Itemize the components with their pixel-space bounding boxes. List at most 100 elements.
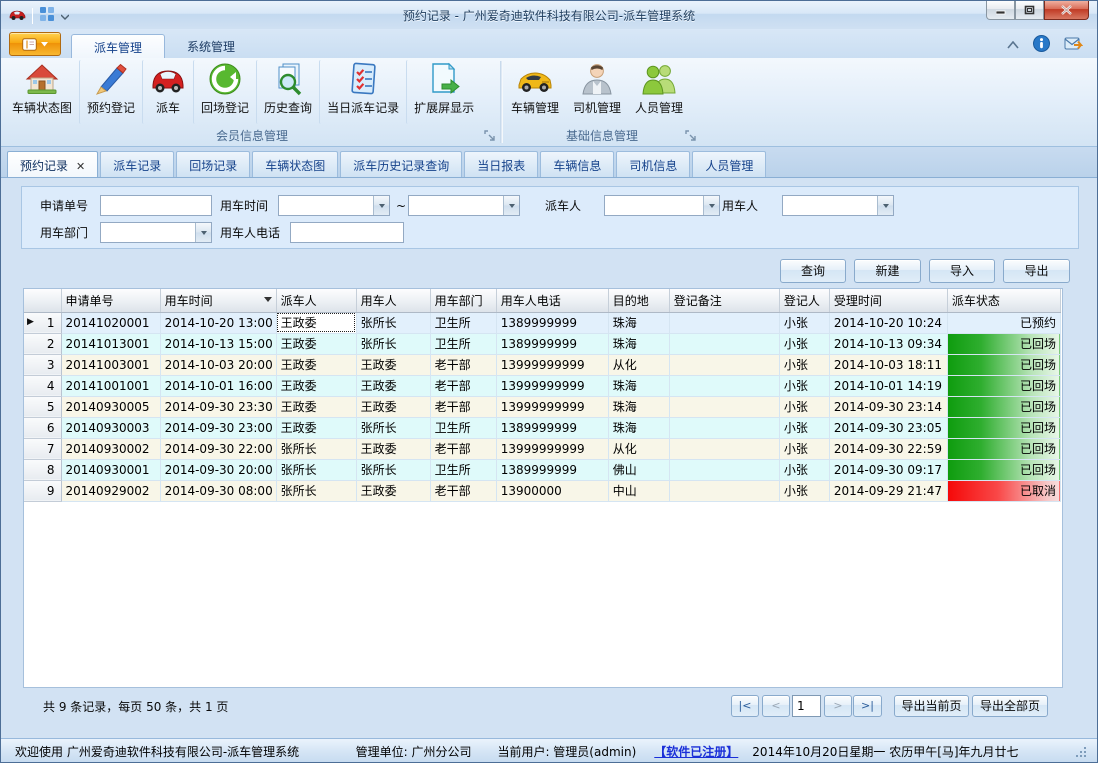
create-button[interactable]: 新建: [854, 259, 921, 283]
vehicle-status-map-button[interactable]: 车辆状态图: [5, 60, 79, 124]
table-cell[interactable]: 1389999999: [496, 333, 608, 354]
row-indicator[interactable]: 5: [24, 396, 61, 417]
table-cell[interactable]: 王政委: [356, 354, 430, 375]
table-cell[interactable]: 13999999999: [496, 396, 608, 417]
table-cell[interactable]: 王政委: [276, 312, 356, 333]
table-cell[interactable]: 2014-10-01 14:19: [829, 375, 947, 396]
doc-tab-dispatch-records[interactable]: 派车记录: [100, 151, 174, 177]
col-header-user-phone[interactable]: 用车人电话: [496, 289, 608, 312]
col-header-request-no[interactable]: 申请单号: [61, 289, 160, 312]
reservation-register-button[interactable]: 预约登记: [79, 60, 142, 124]
application-menu-button[interactable]: [9, 32, 61, 56]
table-cell[interactable]: 13999999999: [496, 438, 608, 459]
doc-tab-reservation-records[interactable]: 预约记录✕: [7, 151, 98, 177]
table-cell[interactable]: 王政委: [276, 375, 356, 396]
next-page-button[interactable]: >: [824, 695, 852, 717]
chevron-down-icon[interactable]: [373, 196, 389, 215]
history-query-button[interactable]: 历史查询: [256, 60, 319, 124]
table-cell[interactable]: 小张: [779, 312, 829, 333]
use-time-to-select[interactable]: [408, 195, 520, 216]
table-row[interactable]: 9201409290022014-09-30 08:00张所长王政委老干部139…: [24, 480, 1061, 501]
table-row[interactable]: ▶1201410200012014-10-20 13:00王政委张所长卫生所13…: [24, 312, 1061, 333]
table-cell[interactable]: 2014-09-29 21:47: [829, 480, 947, 501]
table-row[interactable]: 5201409300052014-09-30 23:30王政委王政委老干部139…: [24, 396, 1061, 417]
request-no-input[interactable]: [100, 195, 212, 216]
col-header-registrar[interactable]: 登记人: [779, 289, 829, 312]
table-cell[interactable]: 王政委: [276, 354, 356, 375]
close-tab-icon[interactable]: ✕: [76, 160, 85, 173]
export-button[interactable]: 导出: [1003, 259, 1070, 283]
table-cell[interactable]: 已回场: [947, 396, 1060, 417]
table-row[interactable]: 8201409300012014-09-30 20:00张所长张所长卫生所138…: [24, 459, 1061, 480]
col-header-dispatch-status[interactable]: 派车状态: [947, 289, 1060, 312]
table-cell[interactable]: 张所长: [356, 312, 430, 333]
table-cell[interactable]: 小张: [779, 438, 829, 459]
doc-tab-daily-report[interactable]: 当日报表: [464, 151, 538, 177]
table-cell[interactable]: 2014-10-20 10:24: [829, 312, 947, 333]
table-cell[interactable]: 从化: [608, 438, 669, 459]
table-cell[interactable]: 王政委: [356, 396, 430, 417]
doc-tab-driver-info[interactable]: 司机信息: [616, 151, 690, 177]
table-cell[interactable]: 珠海: [608, 375, 669, 396]
table-cell[interactable]: 20140930003: [61, 417, 160, 438]
table-cell[interactable]: 小张: [779, 459, 829, 480]
col-header-destination[interactable]: 目的地: [608, 289, 669, 312]
table-cell[interactable]: [669, 333, 779, 354]
last-page-button[interactable]: >|: [853, 695, 882, 717]
table-cell[interactable]: 王政委: [276, 333, 356, 354]
doc-tab-dispatch-history-query[interactable]: 派车历史记录查询: [340, 151, 462, 177]
import-button[interactable]: 导入: [929, 259, 995, 283]
row-indicator[interactable]: 8: [24, 459, 61, 480]
resize-grip-icon[interactable]: [1075, 746, 1087, 758]
table-cell[interactable]: 2014-09-30 08:00: [160, 480, 276, 501]
row-indicator[interactable]: 9: [24, 480, 61, 501]
table-cell[interactable]: 20141003001: [61, 354, 160, 375]
col-header-department[interactable]: 用车部门: [430, 289, 496, 312]
table-cell[interactable]: 20140929002: [61, 480, 160, 501]
table-cell[interactable]: 张所长: [356, 333, 430, 354]
table-cell[interactable]: 老干部: [430, 396, 496, 417]
table-cell[interactable]: 珠海: [608, 417, 669, 438]
department-select[interactable]: [100, 222, 212, 243]
dispatch-button[interactable]: 派车: [142, 60, 193, 124]
table-cell[interactable]: 2014-10-20 13:00: [160, 312, 276, 333]
table-cell[interactable]: [669, 459, 779, 480]
close-button[interactable]: [1044, 1, 1089, 20]
col-header-register-remark[interactable]: 登记备注: [669, 289, 779, 312]
table-cell[interactable]: 20140930002: [61, 438, 160, 459]
table-cell[interactable]: 2014-10-13 15:00: [160, 333, 276, 354]
first-page-button[interactable]: |<: [731, 695, 759, 717]
table-cell[interactable]: 13999999999: [496, 354, 608, 375]
table-row[interactable]: 6201409300032014-09-30 23:00王政委张所长卫生所138…: [24, 417, 1061, 438]
table-cell[interactable]: 2014-09-30 20:00: [160, 459, 276, 480]
car-user-select[interactable]: [782, 195, 894, 216]
table-cell[interactable]: 卫生所: [430, 333, 496, 354]
ribbon-tab-dispatch[interactable]: 派车管理: [71, 34, 165, 58]
table-row[interactable]: 4201410010012014-10-01 16:00王政委王政委老干部139…: [24, 375, 1061, 396]
vehicle-manage-button[interactable]: 车辆管理: [504, 60, 566, 124]
row-indicator[interactable]: 2: [24, 333, 61, 354]
table-cell[interactable]: 小张: [779, 333, 829, 354]
table-cell[interactable]: [669, 375, 779, 396]
table-cell[interactable]: 从化: [608, 354, 669, 375]
page-number-input[interactable]: [792, 695, 821, 717]
table-cell[interactable]: 2014-09-30 23:00: [160, 417, 276, 438]
table-cell[interactable]: 张所长: [276, 459, 356, 480]
table-cell[interactable]: 2014-10-03 18:11: [829, 354, 947, 375]
ribbon-tab-system[interactable]: 系统管理: [165, 34, 257, 58]
sort-filter-icon[interactable]: [264, 297, 272, 306]
table-cell[interactable]: 2014-09-30 22:00: [160, 438, 276, 459]
chevron-down-icon[interactable]: [195, 223, 211, 242]
table-cell[interactable]: 13900000: [496, 480, 608, 501]
table-cell[interactable]: 已回场: [947, 354, 1060, 375]
extended-screen-button[interactable]: 扩展屏显示: [406, 60, 481, 124]
table-row[interactable]: 3201410030012014-10-03 20:00王政委王政委老干部139…: [24, 354, 1061, 375]
col-header-dispatcher[interactable]: 派车人: [276, 289, 356, 312]
license-link[interactable]: 【软件已注册】: [654, 743, 738, 760]
today-dispatch-records-button[interactable]: 当日派车记录: [319, 60, 406, 124]
doc-tab-personnel-manage[interactable]: 人员管理: [692, 151, 766, 177]
table-cell[interactable]: 王政委: [356, 480, 430, 501]
table-cell[interactable]: 小张: [779, 375, 829, 396]
driver-manage-button[interactable]: 司机管理: [566, 60, 628, 124]
table-cell[interactable]: 2014-09-30 23:30: [160, 396, 276, 417]
